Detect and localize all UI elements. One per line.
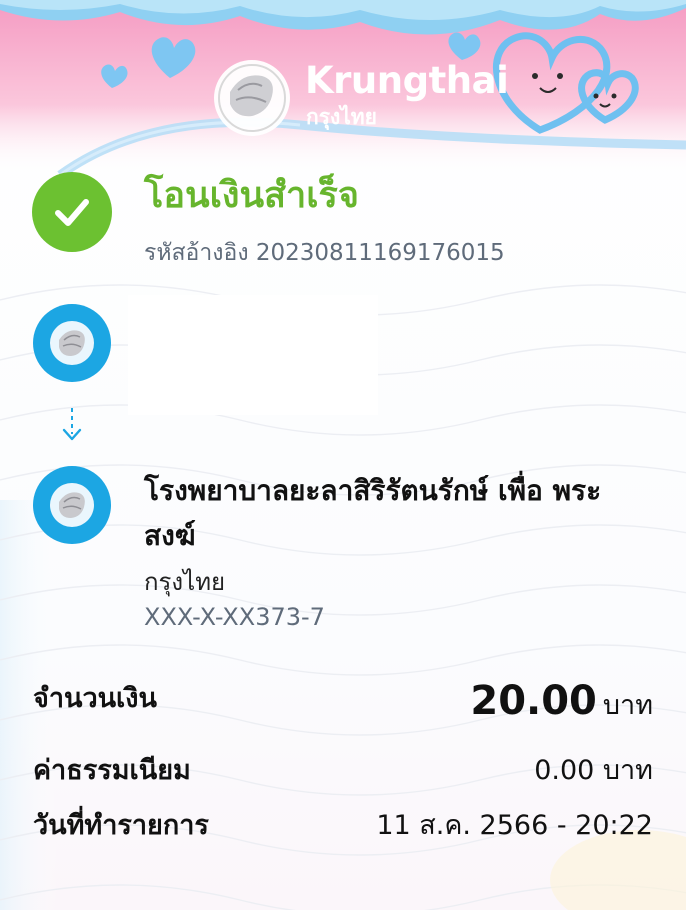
sender-info-redacted bbox=[128, 295, 378, 415]
arrow-down-icon bbox=[62, 408, 82, 441]
amount-value-row: 20.00 บาท bbox=[470, 678, 653, 726]
success-check-icon bbox=[32, 172, 112, 252]
amount-unit: บาท bbox=[602, 690, 653, 721]
reference-label: รหัสอ้างอิง bbox=[144, 240, 249, 266]
reference-number: 20230811169176015 bbox=[255, 240, 505, 266]
transfer-status-title: โอนเงินสำเร็จ bbox=[144, 175, 359, 216]
brand-name-thai: กรุงไทย bbox=[306, 105, 377, 129]
date-label: วันที่ทำรายการ bbox=[33, 810, 209, 841]
sender-bank-avatar bbox=[33, 304, 111, 382]
recipient-bank-avatar bbox=[33, 466, 111, 544]
amount-value: 20.00 bbox=[470, 678, 597, 724]
recipient-name: โรงพยาบาลยะลาสิริรัตนรักษ์ เพื่อ พระสงฆ์ bbox=[144, 474, 602, 552]
fee-value: 0.00 บาท bbox=[534, 755, 653, 786]
fee-label: ค่าธรรมเนียม bbox=[33, 755, 191, 786]
reference-row: รหัสอ้างอิง 20230811169176015 bbox=[144, 235, 505, 271]
recipient-bank-name: กรุงไทย bbox=[144, 568, 226, 596]
date-value: 11 ส.ค. 2566 - 20:22 bbox=[376, 810, 653, 841]
krungthai-logo-icon bbox=[50, 321, 94, 365]
krungthai-logo-icon bbox=[214, 60, 290, 136]
krungthai-logo-icon bbox=[50, 483, 94, 527]
brand-name: Krungthai bbox=[305, 59, 509, 102]
recipient-account-number: XXX-X-XX373-7 bbox=[144, 603, 325, 631]
amount-label: จำนวนเงิน bbox=[33, 683, 157, 714]
